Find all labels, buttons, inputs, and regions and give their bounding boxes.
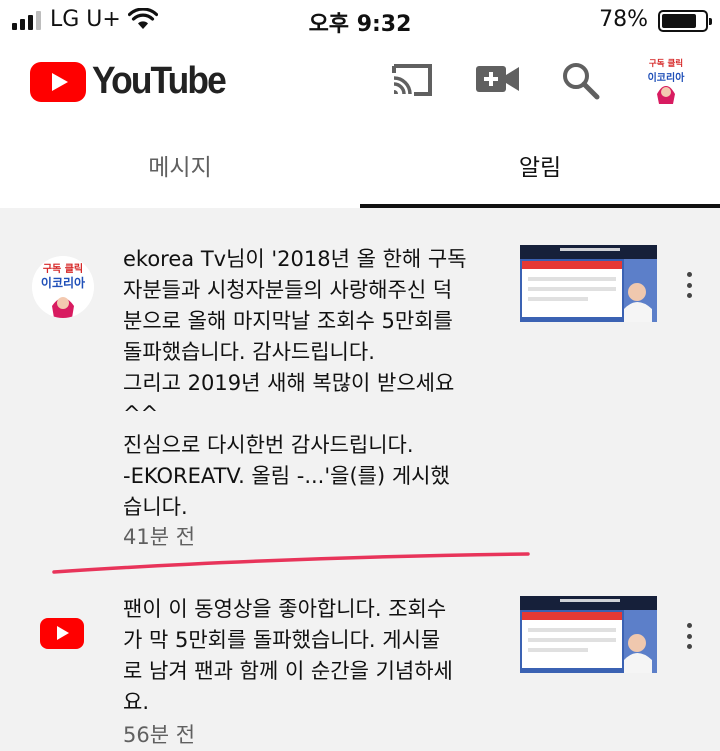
account-avatar[interactable]: 구독 클릭 이코리아 (643, 56, 689, 104)
avatar-badge-top: 구독 클릭 (649, 58, 683, 69)
video-thumbnail[interactable] (520, 245, 657, 322)
search-icon[interactable] (562, 62, 600, 100)
avatar-badge-bottom: 이코리아 (648, 71, 686, 84)
channel-avatar: 구독 클릭 이코리아 (32, 256, 94, 318)
notification-item[interactable]: 팬이 이 동영상을 좋아합니다. 조회수 가 막 5만회를 돌파했습니다. 게시… (0, 590, 720, 751)
notification-text: 팬이 이 동영상을 좋아합니다. 조회수 가 막 5만회를 돌파했습니다. 게시… (123, 597, 453, 714)
battery-percent: 78% (599, 7, 648, 32)
logo-text: YouTube (92, 60, 227, 102)
youtube-play-icon (30, 61, 86, 102)
more-options-icon[interactable] (684, 272, 694, 298)
notification-time: 56분 전 (123, 723, 196, 747)
svg-text:구독 클릭: 구독 클릭 (43, 263, 83, 275)
tab-bar: 메시지 알림 (0, 120, 720, 208)
svg-text:이코리아: 이코리아 (41, 275, 85, 290)
more-options-icon[interactable] (684, 623, 694, 649)
notification-text: ekorea Tv님이 '2018년 올 한해 구독 자분들과 시청자분들의 사… (123, 247, 467, 519)
video-thumbnail[interactable] (520, 596, 657, 673)
tab-notifications[interactable]: 알림 (360, 120, 720, 208)
notification-time: 41분 전 (123, 525, 196, 549)
tab-messages[interactable]: 메시지 (0, 120, 360, 208)
youtube-icon (40, 618, 84, 649)
status-bar: LG U+ 오후 9:32 78% (0, 0, 720, 40)
cast-icon[interactable] (390, 62, 434, 98)
video-camera-add-icon[interactable] (476, 64, 520, 94)
notification-item[interactable]: 구독 클릭 이코리아 ekorea Tv님이 '2018년 올 한해 구독 자분… (0, 238, 720, 558)
battery-icon (658, 10, 712, 32)
youtube-logo[interactable]: YouTube (30, 60, 235, 103)
annotation-underline (52, 552, 530, 574)
app-bar: YouTube 구독 클릭 이코리아 (0, 40, 720, 120)
